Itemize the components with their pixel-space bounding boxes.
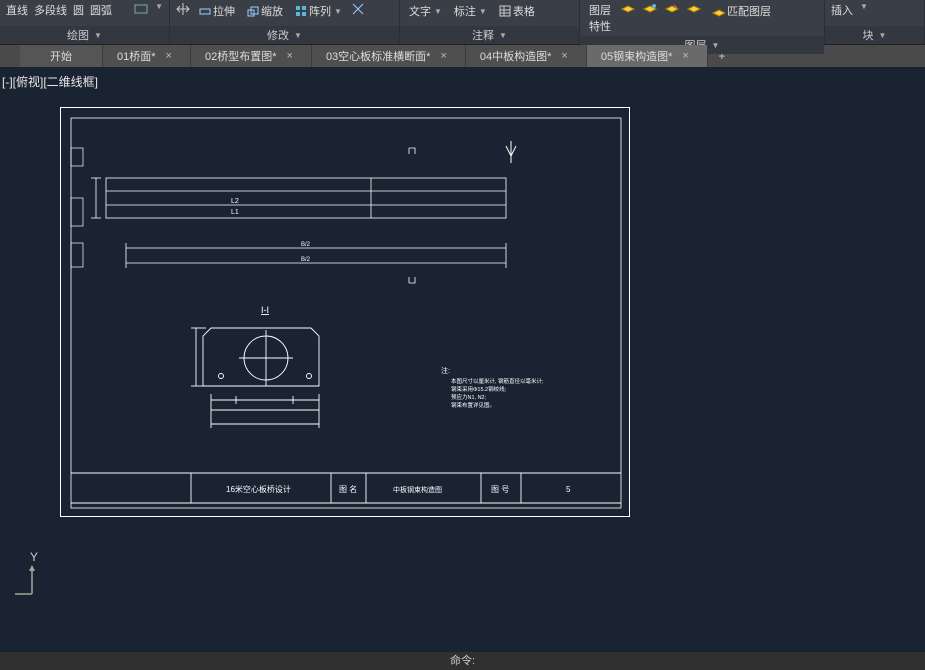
tb-no-h: 图 号 [491, 485, 509, 494]
panel-title-modify[interactable]: 修改 ▼ [170, 26, 399, 44]
tab-02[interactable]: 02桥型布置图*× [191, 45, 312, 67]
layer-icon-1[interactable] [620, 2, 636, 19]
layer-icon-2[interactable] [642, 2, 658, 19]
note-1: 本图尺寸以厘米计, 钢筋直径以毫米计; [451, 377, 544, 385]
btn-matchlayer[interactable]: 匹配图层 [708, 2, 774, 20]
ribbon-panel-block: 插入▼ 块 ▼ [825, 0, 925, 44]
close-icon[interactable]: × [682, 50, 688, 62]
panel-title-block[interactable]: 块 ▼ [825, 26, 924, 44]
tab-05[interactable]: 05钢束构造图*× [587, 45, 708, 67]
btn-text[interactable]: 文字▼ [406, 2, 445, 20]
ribbon-panel-annotate: 文字▼ 标注▼ 表格 注释 ▼ [400, 0, 580, 44]
dim-b2a: B/2 [301, 242, 311, 248]
panel-title-draw[interactable]: 绘图 ▼ [0, 26, 169, 44]
drawing-frame: L2 L1 B/2 B/2 I-I [60, 107, 630, 517]
tab-04[interactable]: 04中板构造图*× [466, 45, 587, 67]
notes-title: 注: [441, 366, 450, 375]
close-icon[interactable]: × [166, 50, 172, 62]
note-2: 钢束采用Φ15.2钢绞线; [451, 385, 507, 393]
drawing-svg: L2 L1 B/2 B/2 I-I [61, 108, 631, 518]
note-4: 钢束布置详见图。 [451, 401, 495, 409]
panel-title-annotate[interactable]: 注释 ▼ [400, 26, 579, 44]
rect-icon[interactable] [134, 2, 148, 19]
layer-icon-4[interactable] [686, 2, 702, 19]
btn-layerprop[interactable]: 图层特性 [586, 2, 614, 34]
close-icon[interactable]: × [561, 50, 567, 62]
btn-line[interactable]: 直线 [6, 2, 28, 18]
tb-name: 中板钢束构造图 [393, 485, 442, 494]
tab-01[interactable]: 01桥面*× [103, 45, 191, 67]
btn-insert[interactable]: 插入 [831, 2, 853, 18]
ribbon-panel-modify: 拉伸 缩放 阵列▼ 修改 ▼ [170, 0, 400, 44]
dim-b2b: B/2 [301, 257, 311, 263]
svg-text:Y: Y [30, 550, 38, 564]
close-icon[interactable]: × [287, 50, 293, 62]
view-label[interactable]: [-][俯视][二维线框] [2, 73, 98, 90]
note-3: 预应力N1, N2; [451, 393, 487, 401]
tb-project: 16米空心板桥设计 [226, 484, 291, 494]
ribbon-panel-draw: 直线 多段线 圆 圆弧 ▼ 绘图 ▼ [0, 0, 170, 44]
btn-circle[interactable]: 圆 [73, 2, 84, 18]
btn-array[interactable]: 阵列▼ [292, 2, 345, 20]
btn-polyline[interactable]: 多段线 [34, 2, 67, 18]
ribbon: 直线 多段线 圆 圆弧 ▼ 绘图 ▼ 拉伸 缩放 阵列▼ 修改 ▼ 文字▼ 标注… [0, 0, 925, 45]
tab-03[interactable]: 03空心板标准横断面*× [312, 45, 466, 67]
close-icon[interactable]: × [440, 50, 446, 62]
command-line[interactable]: 命令: [0, 652, 925, 670]
dim-l2: L2 [231, 198, 239, 205]
btn-dim[interactable]: 标注▼ [451, 2, 490, 20]
ribbon-panel-layer: 图层特性 匹配图层 图层 ▼ [580, 0, 825, 44]
btn-stretch[interactable]: 拉伸 [196, 2, 238, 20]
tb-name-h: 图 名 [339, 484, 357, 494]
btn-scale[interactable]: 缩放 [244, 2, 286, 20]
layer-icon-3[interactable] [664, 2, 680, 19]
tb-no: 5 [566, 485, 571, 494]
ucs-icon[interactable]: Y [10, 549, 60, 602]
btn-arc[interactable]: 圆弧 [90, 2, 112, 18]
section-label: I-I [261, 305, 269, 315]
tab-start[interactable]: 开始 [20, 45, 103, 67]
dim-l1: L1 [231, 209, 239, 216]
dropdown-icon[interactable]: ▼ [155, 2, 163, 11]
btn-table[interactable]: 表格 [496, 2, 538, 20]
drawing-canvas[interactable]: [-][俯视][二维线框] [0, 67, 925, 647]
move-icon[interactable] [176, 2, 190, 19]
trim-icon[interactable] [351, 2, 365, 19]
